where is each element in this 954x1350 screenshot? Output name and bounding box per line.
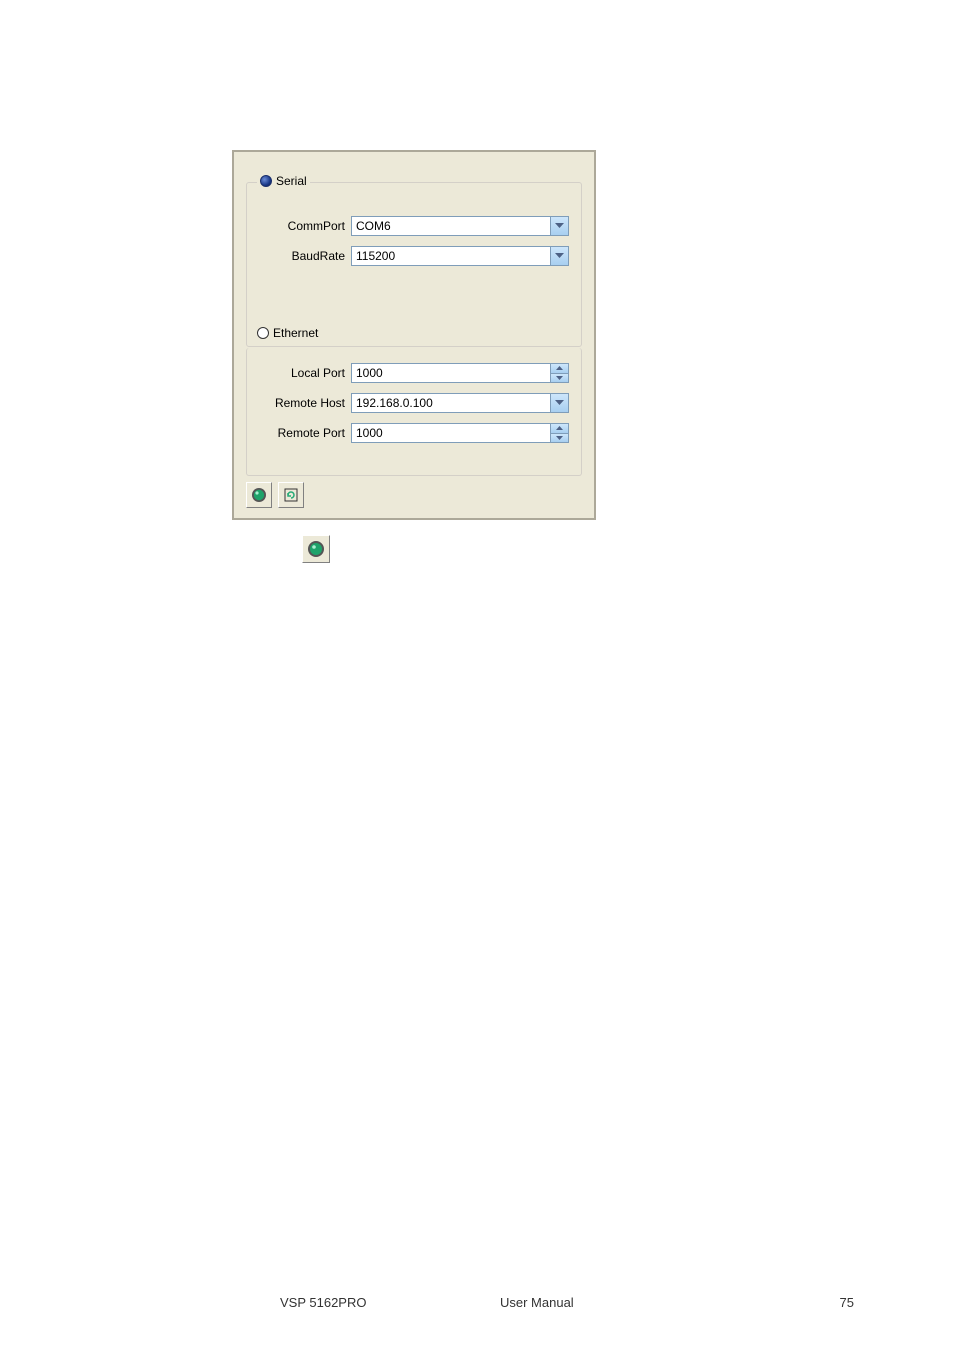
remoteport-spin-down[interactable] xyxy=(551,433,568,443)
remotehost-combo[interactable] xyxy=(351,393,569,413)
panel-toolbar xyxy=(246,482,304,508)
footer-page-number: 75 xyxy=(840,1295,854,1310)
footer-title: User Manual xyxy=(500,1295,574,1310)
serial-radio-filled-icon xyxy=(260,175,272,187)
chevron-down-icon xyxy=(555,223,564,229)
connect-button[interactable] xyxy=(246,482,272,508)
commport-dropdown-button[interactable] xyxy=(550,217,568,235)
localport-row: Local Port xyxy=(259,362,569,384)
baudrate-input[interactable] xyxy=(352,247,550,265)
remoteport-label: Remote Port xyxy=(259,426,351,440)
serial-group: Serial CommPort BaudRate Et xyxy=(246,182,582,347)
ethernet-radio-empty-icon xyxy=(257,327,269,339)
footer-product: VSP 5162PRO xyxy=(280,1295,366,1310)
localport-label: Local Port xyxy=(259,366,351,380)
localport-spin-buttons xyxy=(550,364,568,382)
localport-spinner[interactable] xyxy=(351,363,569,383)
ethernet-title: Ethernet xyxy=(273,326,318,340)
commport-input[interactable] xyxy=(352,217,550,235)
ethernet-group: Local Port Remote Host xyxy=(246,348,582,476)
localport-spin-down[interactable] xyxy=(551,373,568,383)
baudrate-label: BaudRate xyxy=(259,249,351,263)
remotehost-input[interactable] xyxy=(352,394,550,412)
remoteport-spin-buttons xyxy=(550,424,568,442)
chevron-down-icon xyxy=(556,376,563,380)
remotehost-label: Remote Host xyxy=(259,396,351,410)
standalone-connect-button[interactable] xyxy=(302,535,330,563)
remotehost-dropdown-button[interactable] xyxy=(550,394,568,412)
refresh-button[interactable] xyxy=(278,482,304,508)
commport-row: CommPort xyxy=(259,215,569,237)
chevron-up-icon xyxy=(556,426,563,430)
commport-combo[interactable] xyxy=(351,216,569,236)
remoteport-spinner[interactable] xyxy=(351,423,569,443)
page-footer: VSP 5162PRO User Manual 75 xyxy=(0,1295,954,1310)
localport-input[interactable] xyxy=(352,364,550,382)
localport-spin-up[interactable] xyxy=(551,364,568,373)
remoteport-row: Remote Port xyxy=(259,422,569,444)
chevron-down-icon xyxy=(555,253,564,259)
connect-led-icon xyxy=(307,540,325,558)
serial-title: Serial xyxy=(276,174,307,188)
connect-led-icon xyxy=(251,487,267,503)
refresh-icon xyxy=(284,488,298,502)
ethernet-radio-label[interactable]: Ethernet xyxy=(257,326,318,340)
baudrate-combo[interactable] xyxy=(351,246,569,266)
remoteport-input[interactable] xyxy=(352,424,550,442)
remotehost-row: Remote Host xyxy=(259,392,569,414)
baudrate-dropdown-button[interactable] xyxy=(550,247,568,265)
config-panel: Serial CommPort BaudRate Et xyxy=(232,150,596,520)
chevron-down-icon xyxy=(555,400,564,406)
commport-label: CommPort xyxy=(259,219,351,233)
baudrate-row: BaudRate xyxy=(259,245,569,267)
serial-radio-label[interactable]: Serial xyxy=(257,174,310,188)
remoteport-spin-up[interactable] xyxy=(551,424,568,433)
chevron-up-icon xyxy=(556,366,563,370)
chevron-down-icon xyxy=(556,436,563,440)
